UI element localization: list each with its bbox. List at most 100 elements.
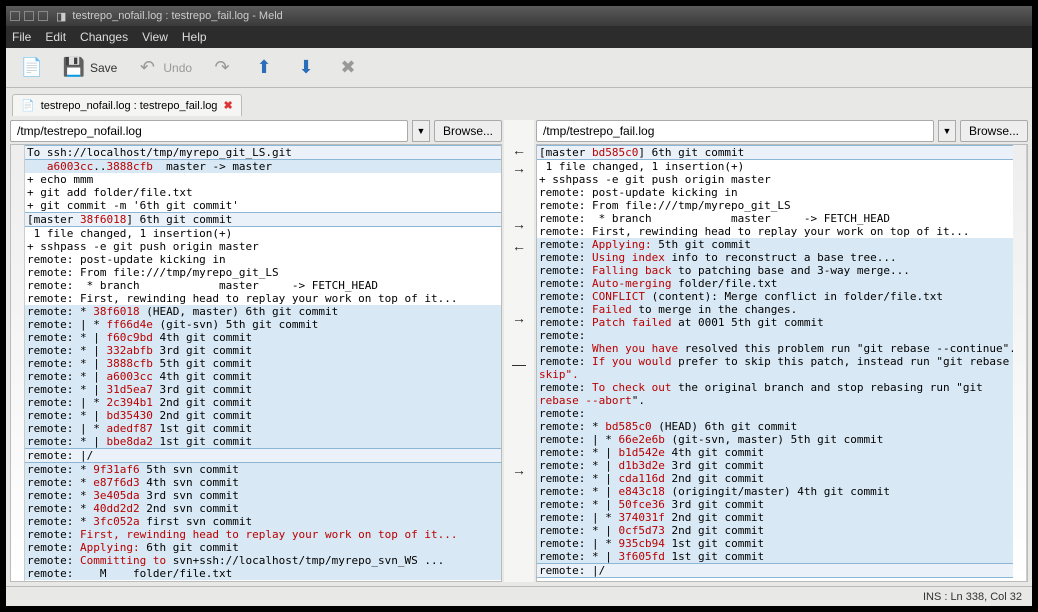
browse-button[interactable]: Browse... bbox=[960, 120, 1028, 142]
undo-icon: ↶ bbox=[135, 56, 159, 80]
code-line: remote: Using index info to reconstruct … bbox=[537, 251, 1013, 264]
undo-button[interactable]: ↶Undo bbox=[129, 53, 198, 83]
code-line: remote: Falling back to patching base an… bbox=[537, 264, 1013, 277]
dropdown-icon[interactable]: ▼ bbox=[412, 120, 430, 142]
toolbar: 📄 💾Save ↶Undo ↷ ⬆ ⬇ ✖ bbox=[6, 48, 1032, 88]
code-line: a6003cc..3888cfb master -> master bbox=[25, 160, 501, 173]
link-arrow-icon[interactable]: → bbox=[504, 462, 534, 478]
right-path-input[interactable]: /tmp/testrepo_fail.log bbox=[536, 120, 934, 142]
left-pane: /tmp/testrepo_nofail.log ▼ Browse... To … bbox=[10, 120, 502, 582]
link-arrow-icon[interactable]: → bbox=[504, 160, 534, 176]
tab-comparison[interactable]: 📄 testrepo_nofail.log : testrepo_fail.lo… bbox=[12, 94, 242, 116]
window-control-icon[interactable] bbox=[24, 11, 34, 21]
code-line: skip". bbox=[537, 368, 1013, 381]
code-line: remote: | * ff66d4e (git-svn) 5th git co… bbox=[25, 318, 501, 331]
prev-change-button[interactable]: ⬆ bbox=[246, 53, 282, 83]
code-line: remote: Patch failed at 0001 5th git com… bbox=[537, 316, 1013, 329]
cursor-position: INS : Ln 338, Col 32 bbox=[923, 591, 1022, 603]
code-line: remote: bbox=[537, 407, 1013, 420]
code-line: remote: * 40dd2d2 2nd svn commit bbox=[25, 502, 501, 515]
save-button[interactable]: 💾Save bbox=[56, 53, 123, 83]
code-line: remote: * | cda116d 2nd git commit bbox=[537, 472, 1013, 485]
code-line: [master bd585c0] 6th git commit bbox=[537, 145, 1013, 160]
code-line: remote: Applying: 6th git commit bbox=[25, 541, 501, 554]
left-code[interactable]: To ssh://localhost/tmp/myrepo_git_LS.git… bbox=[25, 145, 501, 581]
code-line: remote: * e87f6d3 4th svn commit bbox=[25, 476, 501, 489]
code-line: remote: * | f60c9bd 4th git commit bbox=[25, 331, 501, 344]
code-line: remote: * 38f6018 (HEAD, master) 6th git… bbox=[25, 305, 501, 318]
code-line: remote: * 3fc052a first svn commit bbox=[25, 515, 501, 528]
titlebar: ◨ testrepo_nofail.log : testrepo_fail.lo… bbox=[6, 6, 1032, 26]
link-arrow-icon[interactable]: ← bbox=[504, 142, 534, 158]
code-line: 1 file changed, 1 insertion(+) bbox=[25, 227, 501, 240]
menu-edit[interactable]: Edit bbox=[45, 30, 66, 44]
menu-changes[interactable]: Changes bbox=[80, 30, 128, 44]
code-line: remote: Applying: 5th git commit bbox=[537, 238, 1013, 251]
app-icon: ◨ bbox=[56, 10, 66, 23]
left-path-input[interactable]: /tmp/testrepo_nofail.log bbox=[10, 120, 408, 142]
arrow-up-icon: ⬆ bbox=[252, 56, 276, 80]
code-line: + sshpass -e git push origin master bbox=[25, 240, 501, 253]
code-line: remote: * | 31d5ea7 3rd git commit bbox=[25, 383, 501, 396]
code-line: remote: M folder/file.txt bbox=[25, 567, 501, 580]
tabbar: 📄 testrepo_nofail.log : testrepo_fail.lo… bbox=[6, 88, 1032, 116]
link-arrow-icon[interactable]: → bbox=[504, 310, 534, 326]
code-line: remote: * | 0cf5d73 2nd git commit bbox=[537, 524, 1013, 537]
link-map: ← → → ← → — → bbox=[504, 120, 534, 582]
code-line: remote: * | b1d542e 4th git commit bbox=[537, 446, 1013, 459]
code-line: remote: First, rewinding head to replay … bbox=[537, 225, 1013, 238]
next-change-button[interactable]: ⬇ bbox=[288, 53, 324, 83]
code-line: remote: * | a6003cc 4th git commit bbox=[25, 370, 501, 383]
tab-label: testrepo_nofail.log : testrepo_fail.log bbox=[41, 100, 218, 112]
code-line: remote: From file:///tmp/myrepo_git_LS bbox=[537, 199, 1013, 212]
code-line: + sshpass -e git push origin master bbox=[537, 173, 1013, 186]
menubar: File Edit Changes View Help bbox=[6, 26, 1032, 48]
code-line: + git add folder/file.txt bbox=[25, 186, 501, 199]
arrow-down-icon: ⬇ bbox=[294, 56, 318, 80]
close-icon: ✖ bbox=[336, 56, 360, 80]
code-line: remote: * | 332abfb 3rd git commit bbox=[25, 344, 501, 357]
link-arrow-icon[interactable]: ← bbox=[504, 238, 534, 254]
code-line: remote: * | 3888cfb 5th git commit bbox=[25, 357, 501, 370]
menu-help[interactable]: Help bbox=[182, 30, 207, 44]
window-control-icon[interactable] bbox=[10, 11, 20, 21]
left-overview[interactable] bbox=[11, 145, 25, 581]
code-line: remote: First, rewinding head to replay … bbox=[25, 528, 501, 541]
tab-icon: 📄 bbox=[21, 99, 35, 112]
code-line: remote: | * adedf87 1st git commit bbox=[25, 422, 501, 435]
dropdown-icon[interactable]: ▼ bbox=[938, 120, 956, 142]
code-line: remote: post-update kicking in bbox=[537, 186, 1013, 199]
close-button[interactable]: ✖ bbox=[330, 53, 366, 83]
code-line: remote: |/ bbox=[537, 563, 1013, 578]
code-line: remote: * | e843c18 (origingit/master) 4… bbox=[537, 485, 1013, 498]
code-line: remote: Committing to svn+ssh://localhos… bbox=[25, 554, 501, 567]
code-line: remote: To check out the original branch… bbox=[537, 381, 1013, 394]
link-arrow-icon[interactable]: → bbox=[504, 216, 534, 232]
code-line: rebase --abort". bbox=[537, 394, 1013, 407]
code-line: remote: | * 935cb94 1st git commit bbox=[537, 537, 1013, 550]
code-line: remote: | * 2c394b1 2nd git commit bbox=[25, 396, 501, 409]
link-arrow-icon[interactable]: — bbox=[504, 356, 534, 372]
code-line: remote: * | bbe8da2 1st git commit bbox=[25, 435, 501, 448]
code-line: remote: * bd585c0 (HEAD) 6th git commit bbox=[537, 420, 1013, 433]
code-line: remote: When you have resolved this prob… bbox=[537, 342, 1013, 355]
code-line: [master 38f6018] 6th git commit bbox=[25, 212, 501, 227]
window-control-icon[interactable] bbox=[38, 11, 48, 21]
code-line: remote: bbox=[537, 329, 1013, 342]
browse-button[interactable]: Browse... bbox=[434, 120, 502, 142]
compare-button[interactable]: 📄 bbox=[14, 53, 50, 83]
right-pane: /tmp/testrepo_fail.log ▼ Browse... [mast… bbox=[536, 120, 1028, 582]
menu-view[interactable]: View bbox=[142, 30, 168, 44]
redo-button[interactable]: ↷ bbox=[204, 53, 240, 83]
code-line: remote: Auto-merging folder/file.txt bbox=[537, 277, 1013, 290]
code-line: remote: * branch master -> FETCH_HEAD bbox=[25, 279, 501, 292]
code-line: remote: * | 3f605fd 1st git commit bbox=[537, 550, 1013, 563]
tab-close-icon[interactable]: ✖ bbox=[223, 99, 232, 112]
menu-file[interactable]: File bbox=[12, 30, 31, 44]
code-line: remote: CONFLICT (content): Merge confli… bbox=[537, 290, 1013, 303]
code-line: remote: * | bd35430 2nd git commit bbox=[25, 409, 501, 422]
code-line: remote: * | d1b3d2e 3rd git commit bbox=[537, 459, 1013, 472]
right-overview[interactable] bbox=[1013, 145, 1027, 581]
code-line: remote: * 3e405da 3rd svn commit bbox=[25, 489, 501, 502]
right-code[interactable]: [master bd585c0] 6th git commit 1 file c… bbox=[537, 145, 1013, 581]
